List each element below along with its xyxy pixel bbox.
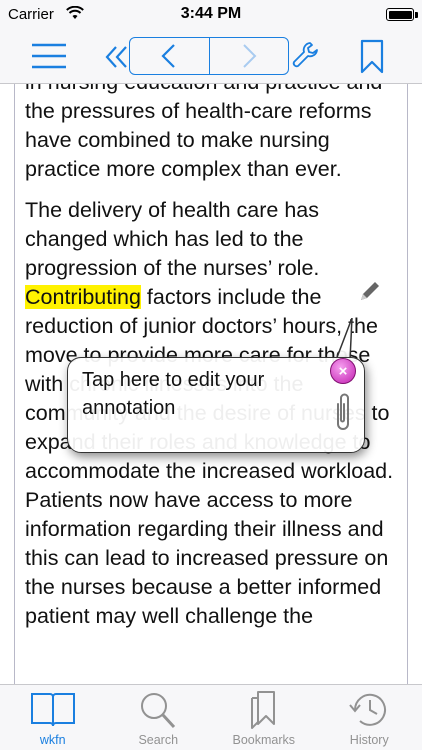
annotation-popup-text[interactable]: Tap here to edit your annotation [82, 366, 322, 422]
tab-bookmarks[interactable]: Bookmarks [211, 685, 317, 750]
chevron-right-icon [243, 44, 257, 68]
bookmark-icon[interactable] [360, 39, 384, 75]
tab-search[interactable]: Search [106, 685, 212, 750]
tab-label: wkfn [39, 733, 66, 747]
book-icon [30, 693, 75, 727]
tab-label: Search [138, 733, 179, 747]
highlighted-word[interactable]: Contributing [25, 285, 141, 309]
status-bar: Carrier 3:44 PM [0, 0, 422, 30]
wrench-icon[interactable] [290, 40, 320, 72]
callout-tail [335, 318, 353, 360]
battery-tip [415, 12, 418, 18]
paperclip-icon[interactable] [330, 390, 356, 434]
status-time: 3:44 PM [180, 5, 242, 22]
nav-bar [0, 30, 422, 84]
history-icon [349, 693, 387, 726]
previous-page-button[interactable] [130, 38, 209, 74]
next-page-button[interactable] [208, 38, 289, 74]
tab-wkfn[interactable]: wkfn [0, 685, 106, 750]
tab-bar: wkfn Search Bookmarks History [0, 684, 422, 750]
first-page-icon[interactable] [104, 44, 130, 70]
paragraph-1: in nursing education and practice and th… [25, 84, 382, 181]
battery-icon [386, 8, 414, 21]
bookmarks-icon [250, 691, 275, 729]
tab-history[interactable]: History [317, 685, 422, 750]
tab-label: Bookmarks [232, 733, 296, 747]
tab-label: History [349, 733, 389, 747]
close-annotation-button[interactable]: × [330, 358, 356, 384]
paragraph-2-start: The delivery of health care has changed … [25, 198, 320, 280]
page-navigation-control [129, 37, 289, 75]
chevron-left-icon [161, 44, 176, 68]
annotation-popup[interactable]: Tap here to edit your annotation × [67, 357, 365, 453]
search-icon [141, 693, 176, 729]
pencil-icon[interactable] [357, 280, 381, 304]
menu-icon[interactable] [30, 41, 68, 71]
